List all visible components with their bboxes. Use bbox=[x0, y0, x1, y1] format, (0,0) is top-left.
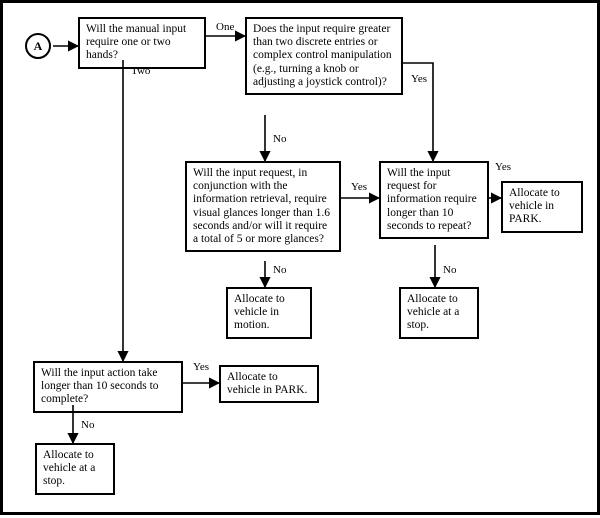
edge-label-one: One bbox=[216, 21, 234, 33]
start-node: A bbox=[25, 33, 51, 59]
outcome-motion: Allocate to vehicle in motion. bbox=[226, 287, 312, 339]
edge-label-no-glances: No bbox=[273, 264, 286, 276]
question-repeat: Will the input request for information r… bbox=[379, 161, 489, 239]
question-glances: Will the input request, in conjunction w… bbox=[185, 161, 341, 252]
question-complete: Will the input action take longer than 1… bbox=[33, 361, 183, 413]
outcome-park-1: Allocate to vehicle in PARK. bbox=[501, 181, 583, 233]
edge-label-two: Two bbox=[131, 65, 150, 77]
edge-label-no-complex: No bbox=[273, 133, 286, 145]
question-complex: Does the input require greater than two … bbox=[245, 17, 403, 95]
edge-label-yes-repeat: Yes bbox=[495, 161, 511, 173]
edge-label-no-repeat: No bbox=[443, 264, 456, 276]
edge-label-yes-complete: Yes bbox=[193, 361, 209, 373]
outcome-stop-2: Allocate to vehicle at a stop. bbox=[35, 443, 115, 495]
edge-label-yes-complex: Yes bbox=[411, 73, 427, 85]
outcome-stop-1: Allocate to vehicle at a stop. bbox=[399, 287, 479, 339]
edge-label-yes-glances: Yes bbox=[351, 181, 367, 193]
flowchart-frame: A Will the manual input require one or t… bbox=[0, 0, 600, 515]
outcome-park-2: Allocate to vehicle in PARK. bbox=[219, 365, 319, 403]
question-hands: Will the manual input require one or two… bbox=[78, 17, 206, 69]
edge-label-no-complete: No bbox=[81, 419, 94, 431]
